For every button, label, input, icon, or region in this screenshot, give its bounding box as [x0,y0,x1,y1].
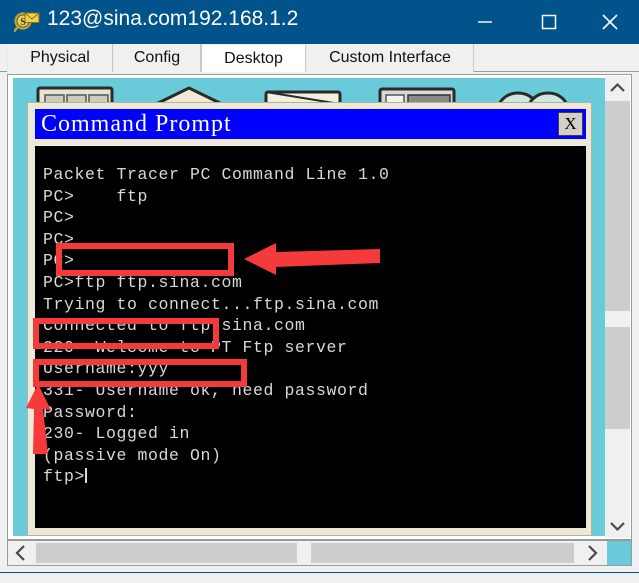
horizontal-scrollbar[interactable] [7,540,632,566]
scroll-up-button[interactable] [605,76,630,101]
terminal-line: Connected to ftp.sina.com [43,316,306,336]
terminal-line: Packet Tracer PC Command Line 1.0 [43,165,390,184]
terminal-line: 331- Username ok, need password [43,380,369,400]
horizontal-scroll-track[interactable] [36,543,574,563]
terminal-line: Password: [43,402,138,422]
packet-tracer-device-window: S 123@sina.com192.168.1.2 Physical Confi… [0,0,639,583]
terminal-line: PC> [43,251,75,271]
chevron-up-icon [610,82,625,92]
terminal-line: 220- Welcome to PT Ftp server [43,337,348,357]
tab-physical[interactable]: Physical [7,44,113,72]
minimize-icon [478,21,492,23]
minimize-button[interactable] [455,0,515,44]
desktop-canvas[interactable]: Command Prompt X Packet Tracer PC Comman… [13,78,605,536]
terminal-line: Trying to connect...ftp.sina.com [43,294,380,314]
maximize-icon [541,14,557,30]
scroll-down-button[interactable] [605,513,630,538]
terminal-line: (passive mode On) [43,445,222,465]
terminal-line: PC> ftp [43,186,149,206]
terminal-line: ftp> [43,467,88,487]
command-prompt-titlebar: Command Prompt X [35,109,586,139]
window-titlebar: S 123@sina.com192.168.1.2 [0,0,639,44]
scroll-right-button[interactable] [579,541,605,565]
desktop-scroll-thumb[interactable] [605,101,630,429]
mail-magnifier-icon: S [13,9,40,35]
scrollbar-corner [607,541,631,565]
chevron-left-icon [15,545,25,561]
chevron-down-icon [610,522,625,532]
maximize-button[interactable] [519,0,579,44]
tab-config[interactable]: Config [113,44,201,72]
desktop-panel: Command Prompt X Packet Tracer PC Comman… [7,74,632,540]
window-bottom-edge [0,572,639,583]
command-prompt-window: Command Prompt X Packet Tracer PC Comman… [27,102,592,536]
terminal-caret [85,468,88,484]
terminal-line: PC> [43,208,75,228]
tab-custom-interface[interactable]: Custom Interface [306,44,474,72]
close-icon [602,14,618,30]
chevron-right-icon [588,545,598,561]
terminal-line: PC>ftp ftp.sina.com [43,272,243,292]
terminal-line: PC> [43,229,75,249]
scroll-left-button[interactable] [8,541,34,565]
tab-desktop[interactable]: Desktop [201,44,306,72]
window-title: 123@sina.com192.168.1.2 [47,7,299,30]
desktop-scroll-thumb-gap [605,311,630,327]
terminal-screen[interactable]: Packet Tracer PC Command Line 1.0 PC> ftp… [35,146,586,528]
horizontal-scroll-thumb[interactable] [297,543,311,563]
tab-bar: Physical Config Desktop Custom Interface [0,44,639,72]
terminal-output: Packet Tracer PC Command Line 1.0 PC> ftp… [43,164,390,488]
command-prompt-title: Command Prompt [41,111,232,137]
command-prompt-close-button[interactable]: X [558,112,583,136]
terminal-line: Username:yyy [43,359,170,379]
desktop-vertical-scrollbar[interactable] [605,76,630,538]
close-button[interactable] [580,0,639,44]
terminal-line: 230- Logged in [43,424,191,444]
